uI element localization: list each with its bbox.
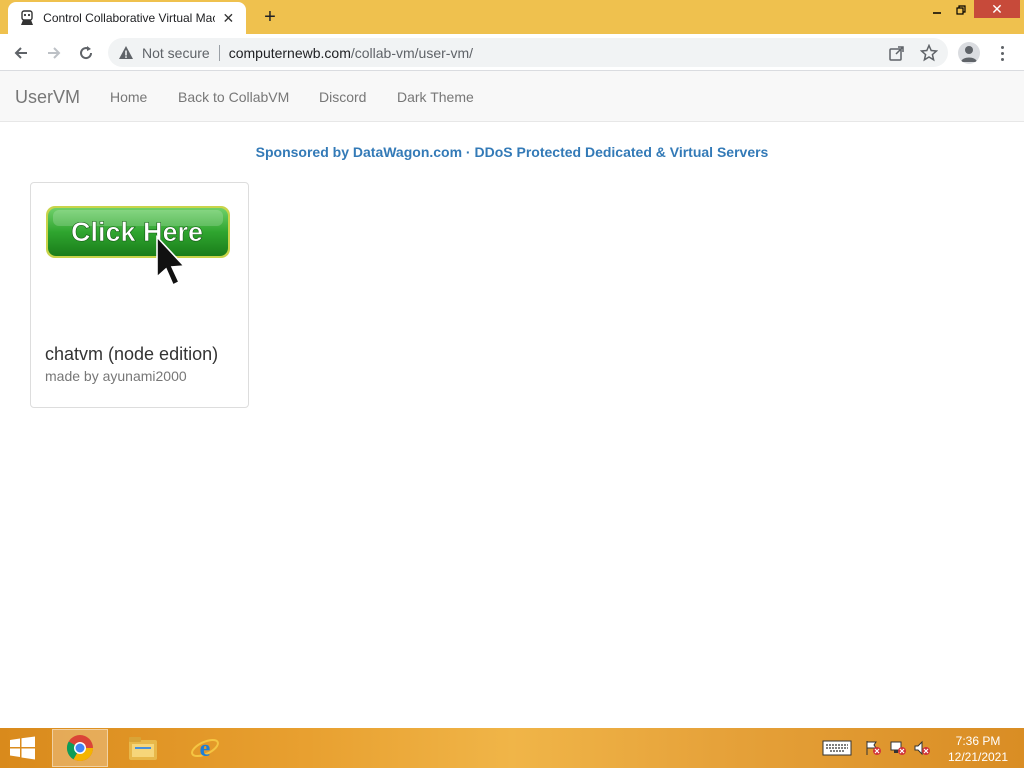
collabvm-favicon-icon bbox=[18, 9, 35, 27]
clock-time: 7:36 PM bbox=[955, 734, 1001, 748]
window-close-button[interactable]: ✕ bbox=[974, 0, 1020, 18]
action-center-flag-icon[interactable] bbox=[864, 740, 882, 756]
warning-triangle-icon bbox=[119, 45, 133, 59]
taskbar-clock[interactable]: 7:36 PM 12/21/2021 bbox=[946, 733, 1010, 765]
volume-muted-icon[interactable] bbox=[913, 740, 931, 756]
internet-explorer-icon: e bbox=[191, 736, 219, 762]
window-restore-button[interactable] bbox=[950, 0, 972, 20]
tab-title: Control Collaborative Virtual Mac bbox=[43, 11, 215, 25]
nav-back-to-collabvm[interactable]: Back to CollabVM bbox=[178, 89, 289, 105]
browser-tabstrip: Control Collaborative Virtual Mac ✕ + ✕ bbox=[0, 0, 1024, 34]
omnibox-separator bbox=[218, 44, 220, 61]
sponsor-link-datawagon[interactable]: DataWagon.com bbox=[353, 144, 462, 160]
tab-close-icon[interactable]: ✕ bbox=[221, 10, 236, 27]
url-host: computernewb.com bbox=[228, 44, 351, 61]
thumbnail-click-here-text: Click Here bbox=[71, 217, 203, 247]
keyboard-icon[interactable] bbox=[822, 740, 852, 756]
taskbar-chrome-button[interactable] bbox=[52, 729, 108, 767]
forward-arrow-icon[interactable] bbox=[42, 41, 66, 65]
vm-card[interactable]: Click Here chatvm (node edition) made by… bbox=[30, 182, 249, 408]
vm-author: made by ayunami2000 bbox=[45, 368, 187, 384]
bookmark-star-icon[interactable] bbox=[920, 44, 938, 62]
back-arrow-icon[interactable] bbox=[9, 41, 33, 65]
url-path: /collab-vm/user-vm/ bbox=[350, 44, 474, 61]
sponsor-separator: · bbox=[462, 144, 475, 160]
sponsor-link-servers[interactable]: DDoS Protected Dedicated & Virtual Serve… bbox=[475, 144, 769, 160]
network-icon[interactable] bbox=[889, 740, 907, 756]
sponsor-banner: Sponsored by DataWagon.com · DDoS Protec… bbox=[0, 144, 1024, 160]
taskbar-internet-explorer-button[interactable]: e bbox=[177, 729, 233, 767]
file-explorer-icon bbox=[129, 737, 157, 760]
browser-menu-icon[interactable] bbox=[994, 42, 1010, 64]
vm-title[interactable]: chatvm (node edition) bbox=[45, 344, 218, 365]
site-navbar: UserVM Home Back to CollabVM Discord Dar… bbox=[0, 71, 1024, 122]
site-brand[interactable]: UserVM bbox=[15, 87, 80, 108]
svg-text:e: e bbox=[200, 736, 211, 762]
share-icon[interactable] bbox=[888, 44, 906, 62]
browser-toolbar: Not secure computernewb.com/collab-vm/us… bbox=[0, 34, 1024, 71]
new-tab-button[interactable]: + bbox=[258, 6, 282, 28]
clock-date: 12/21/2021 bbox=[947, 750, 1009, 764]
vm-thumbnail: Click Here bbox=[45, 203, 233, 295]
window-minimize-button[interactable] bbox=[926, 0, 948, 20]
security-status[interactable]: Not secure bbox=[142, 45, 210, 61]
address-bar[interactable]: Not secure computernewb.com/collab-vm/us… bbox=[108, 38, 948, 67]
windows-start-button[interactable] bbox=[8, 736, 40, 762]
chrome-icon bbox=[66, 735, 94, 762]
nav-discord[interactable]: Discord bbox=[319, 89, 366, 105]
nav-dark-theme[interactable]: Dark Theme bbox=[397, 89, 474, 105]
profile-avatar-icon[interactable] bbox=[958, 42, 980, 64]
sponsor-prefix: Sponsored by bbox=[255, 144, 353, 160]
url-text[interactable]: computernewb.com/collab-vm/user-vm/ bbox=[229, 45, 473, 61]
nav-home[interactable]: Home bbox=[110, 89, 147, 105]
windows-taskbar: e 7:36 PM 12/21/2021 bbox=[0, 728, 1024, 768]
reload-icon[interactable] bbox=[74, 41, 98, 65]
browser-tab[interactable]: Control Collaborative Virtual Mac ✕ bbox=[8, 2, 246, 34]
taskbar-file-explorer-button[interactable] bbox=[115, 729, 171, 767]
